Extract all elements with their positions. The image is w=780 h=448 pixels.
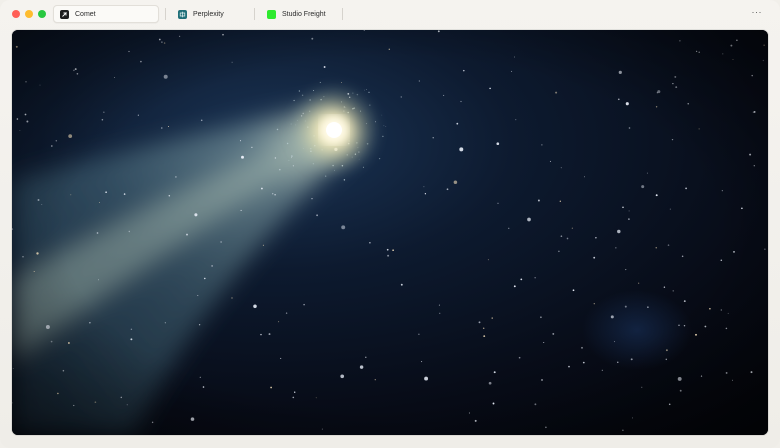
- comet-logo-icon: [60, 9, 69, 19]
- night-sky-svg: [12, 30, 768, 435]
- studio-freight-logo-icon: [267, 9, 276, 19]
- minimize-window-button[interactable]: [25, 10, 33, 18]
- tab-label: Perplexity: [193, 10, 224, 18]
- tab-perplexity[interactable]: Perplexity: [172, 5, 252, 23]
- tab-comet[interactable]: Comet: [53, 5, 159, 23]
- tab-divider: [342, 8, 343, 20]
- maximize-window-button[interactable]: [38, 10, 46, 18]
- vignette-overlay: [12, 30, 768, 435]
- tab-label: Comet: [75, 10, 96, 18]
- close-window-button[interactable]: [12, 10, 20, 18]
- tab-studio-freight[interactable]: Studio Freight: [261, 5, 341, 23]
- tab-divider: [254, 8, 255, 20]
- browser-window: Comet Perplexity Studio Freight ···: [0, 0, 780, 448]
- tab-label: Studio Freight: [282, 10, 326, 18]
- title-bar: Comet Perplexity Studio Freight ···: [0, 0, 780, 28]
- perplexity-logo-icon: [178, 9, 187, 19]
- tab-divider: [165, 8, 166, 20]
- more-options-icon[interactable]: ···: [752, 7, 763, 17]
- comet-night-sky-image: [12, 30, 768, 435]
